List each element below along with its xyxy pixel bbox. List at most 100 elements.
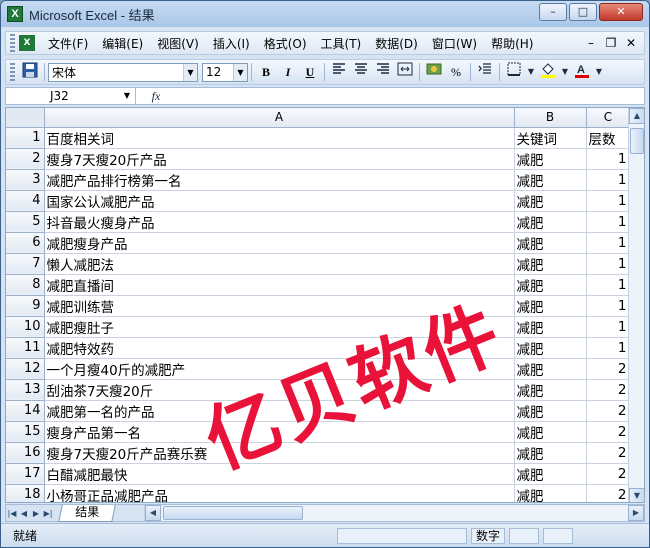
row-header[interactable]: 1 xyxy=(6,127,45,149)
row-header[interactable]: 5 xyxy=(6,211,45,233)
row-header[interactable]: 8 xyxy=(6,274,45,296)
cell-b[interactable]: 减肥 xyxy=(514,190,587,212)
horizontal-scrollbar[interactable]: ◀ ▶ xyxy=(144,505,644,521)
row-header[interactable]: 12 xyxy=(6,358,45,380)
cell-a[interactable]: 减肥直播间 xyxy=(44,274,515,296)
font-size-select[interactable]: 12 ▼ xyxy=(202,62,248,82)
row-header[interactable]: 3 xyxy=(6,169,45,191)
cell-a[interactable]: 一个月瘦40斤的减肥产 xyxy=(44,358,515,380)
name-box[interactable]: J32 ▼ xyxy=(6,88,136,104)
scroll-right-icon[interactable]: ▶ xyxy=(628,505,644,521)
cell-b[interactable]: 减肥 xyxy=(514,169,587,191)
underline-button[interactable]: U xyxy=(299,62,321,82)
cell-b[interactable]: 减肥 xyxy=(514,421,587,443)
cell-b[interactable]: 减肥 xyxy=(514,211,587,233)
worksheet-grid[interactable]: A B C 1 百度相关词 关键词 层数 2 瘦身7天瘦20斤产品 减肥 1 3 减肥产品排行榜第… xyxy=(5,107,645,503)
cell-b[interactable]: 减肥 xyxy=(514,148,587,170)
cell-c[interactable]: 1 xyxy=(586,253,631,275)
row-header[interactable]: 6 xyxy=(6,232,45,254)
menu-file[interactable]: 文件(F) xyxy=(41,35,95,52)
chevron-down-icon[interactable]: ▼ xyxy=(233,63,247,81)
cell-a[interactable]: 百度相关词 xyxy=(44,127,515,149)
currency-icon[interactable] xyxy=(424,62,444,82)
row-header[interactable]: 10 xyxy=(6,316,45,338)
workbook-restore-button[interactable]: ❐ xyxy=(604,36,618,50)
cell-a[interactable]: 减肥瘦身产品 xyxy=(44,232,515,254)
toolbar-grip[interactable] xyxy=(10,63,15,81)
merge-center-icon[interactable] xyxy=(395,62,415,82)
cell-c[interactable]: 1 xyxy=(586,316,631,338)
row-header[interactable]: 4 xyxy=(6,190,45,212)
cell-b[interactable]: 减肥 xyxy=(514,232,587,254)
chevron-down-icon[interactable]: ▼ xyxy=(526,62,536,82)
align-left-icon[interactable] xyxy=(329,62,349,82)
percent-button[interactable]: % xyxy=(445,62,467,82)
cell-a[interactable]: 白醋减肥最快 xyxy=(44,463,515,485)
cell-b[interactable]: 减肥 xyxy=(514,463,587,485)
next-sheet-icon[interactable]: ▶ xyxy=(30,509,42,518)
cell-c[interactable]: 1 xyxy=(586,169,631,191)
save-icon[interactable] xyxy=(20,62,40,82)
chevron-down-icon[interactable]: ▼ xyxy=(119,88,135,104)
maximize-button[interactable]: □ xyxy=(569,3,597,21)
cell-c[interactable]: 2 xyxy=(586,442,631,464)
cell-a[interactable]: 刮油茶7天瘦20斤 xyxy=(44,379,515,401)
vertical-scrollbar[interactable]: ▲ ▼ xyxy=(628,108,644,502)
menu-tools[interactable]: 工具(T) xyxy=(314,35,369,52)
cell-c[interactable]: 1 xyxy=(586,295,631,317)
menu-edit[interactable]: 编辑(E) xyxy=(95,35,150,52)
scroll-left-icon[interactable]: ◀ xyxy=(145,505,161,521)
align-right-icon[interactable] xyxy=(373,62,393,82)
row-header[interactable]: 2 xyxy=(6,148,45,170)
minimize-button[interactable]: – xyxy=(539,3,567,21)
cell-c[interactable]: 1 xyxy=(586,190,631,212)
select-all-corner[interactable] xyxy=(6,108,45,128)
cell-b[interactable]: 减肥 xyxy=(514,358,587,380)
menu-insert[interactable]: 插入(I) xyxy=(206,35,257,52)
cell-c[interactable]: 2 xyxy=(586,358,631,380)
menu-view[interactable]: 视图(V) xyxy=(150,35,206,52)
cell-c[interactable]: 1 xyxy=(586,274,631,296)
cell-b[interactable]: 减肥 xyxy=(514,274,587,296)
column-header-b[interactable]: B xyxy=(514,108,587,128)
scroll-up-icon[interactable]: ▲ xyxy=(629,108,644,124)
cell-b[interactable]: 关键词 xyxy=(514,127,587,149)
workbook-icon[interactable]: X xyxy=(19,35,35,51)
cell-c[interactable]: 1 xyxy=(586,232,631,254)
formula-input[interactable] xyxy=(176,88,644,104)
font-name-select[interactable]: 宋体 ▼ xyxy=(48,62,198,82)
cell-a[interactable]: 瘦身7天瘦20斤产品 xyxy=(44,148,515,170)
font-color-icon[interactable]: A xyxy=(572,62,592,82)
cell-b[interactable]: 减肥 xyxy=(514,484,587,502)
menu-format[interactable]: 格式(O) xyxy=(257,35,314,52)
row-header[interactable]: 17 xyxy=(6,463,45,485)
prev-sheet-icon[interactable]: ◀ xyxy=(18,509,30,518)
menu-help[interactable]: 帮助(H) xyxy=(484,35,540,52)
cell-a[interactable]: 小杨哥正品减肥产品 xyxy=(44,484,515,502)
function-icon[interactable]: fx xyxy=(136,89,176,104)
cell-b[interactable]: 减肥 xyxy=(514,379,587,401)
cell-c[interactable]: 1 xyxy=(586,148,631,170)
cell-a[interactable]: 国家公认减肥产品 xyxy=(44,190,515,212)
cell-a[interactable]: 减肥瘦肚子 xyxy=(44,316,515,338)
cell-c[interactable]: 2 xyxy=(586,379,631,401)
sheet-tab-results[interactable]: 结果 xyxy=(58,504,116,522)
fill-color-icon[interactable] xyxy=(538,62,558,82)
cell-b[interactable]: 减肥 xyxy=(514,316,587,338)
cell-b[interactable]: 减肥 xyxy=(514,253,587,275)
italic-button[interactable]: I xyxy=(277,62,299,82)
last-sheet-icon[interactable]: ▶| xyxy=(42,509,54,518)
row-header[interactable]: 9 xyxy=(6,295,45,317)
first-sheet-icon[interactable]: |◀ xyxy=(6,509,18,518)
cell-a[interactable]: 减肥特效药 xyxy=(44,337,515,359)
cell-a[interactable]: 懒人减肥法 xyxy=(44,253,515,275)
cell-c[interactable]: 2 xyxy=(586,400,631,422)
cell-a[interactable]: 减肥产品排行榜第一名 xyxy=(44,169,515,191)
column-header-c[interactable]: C xyxy=(586,108,631,128)
cell-c[interactable]: 1 xyxy=(586,337,631,359)
cell-b[interactable]: 减肥 xyxy=(514,442,587,464)
align-center-icon[interactable] xyxy=(351,62,371,82)
close-button[interactable]: ✕ xyxy=(599,3,643,21)
menu-data[interactable]: 数据(D) xyxy=(368,35,425,52)
cell-c[interactable]: 2 xyxy=(586,484,631,502)
